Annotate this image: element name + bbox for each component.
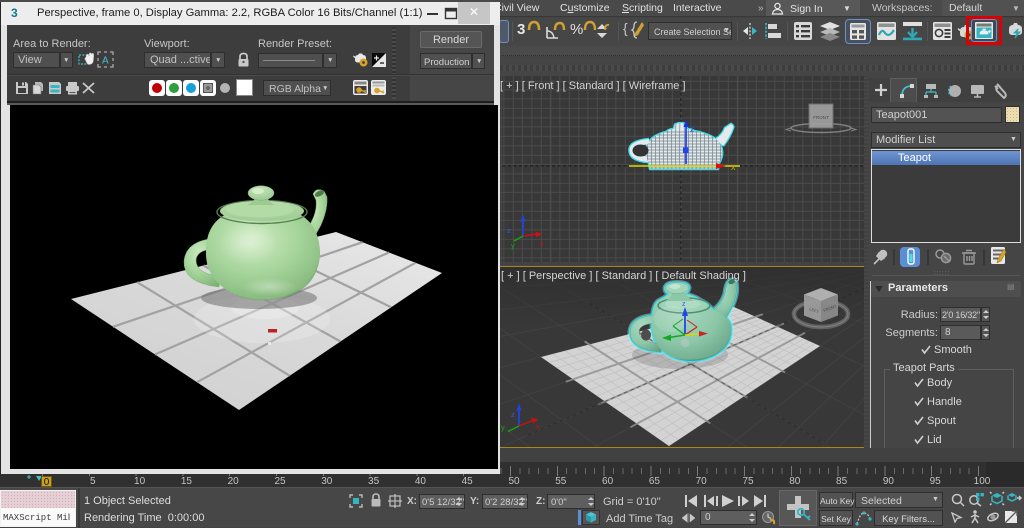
svg-text:x: x [731, 162, 736, 172]
svg-text:y: y [511, 241, 515, 250]
svg-text:x: x [540, 239, 544, 248]
svg-text:z: z [511, 410, 515, 419]
svg-text:A: A [102, 56, 109, 67]
svg-text:z: z [507, 226, 511, 235]
svg-text:y: y [501, 423, 505, 432]
svg-text:z: z [682, 301, 686, 308]
svg-text:x: x [536, 422, 540, 431]
svg-text:FRONT: FRONT [813, 115, 829, 120]
svg-text:z: z [690, 124, 695, 134]
